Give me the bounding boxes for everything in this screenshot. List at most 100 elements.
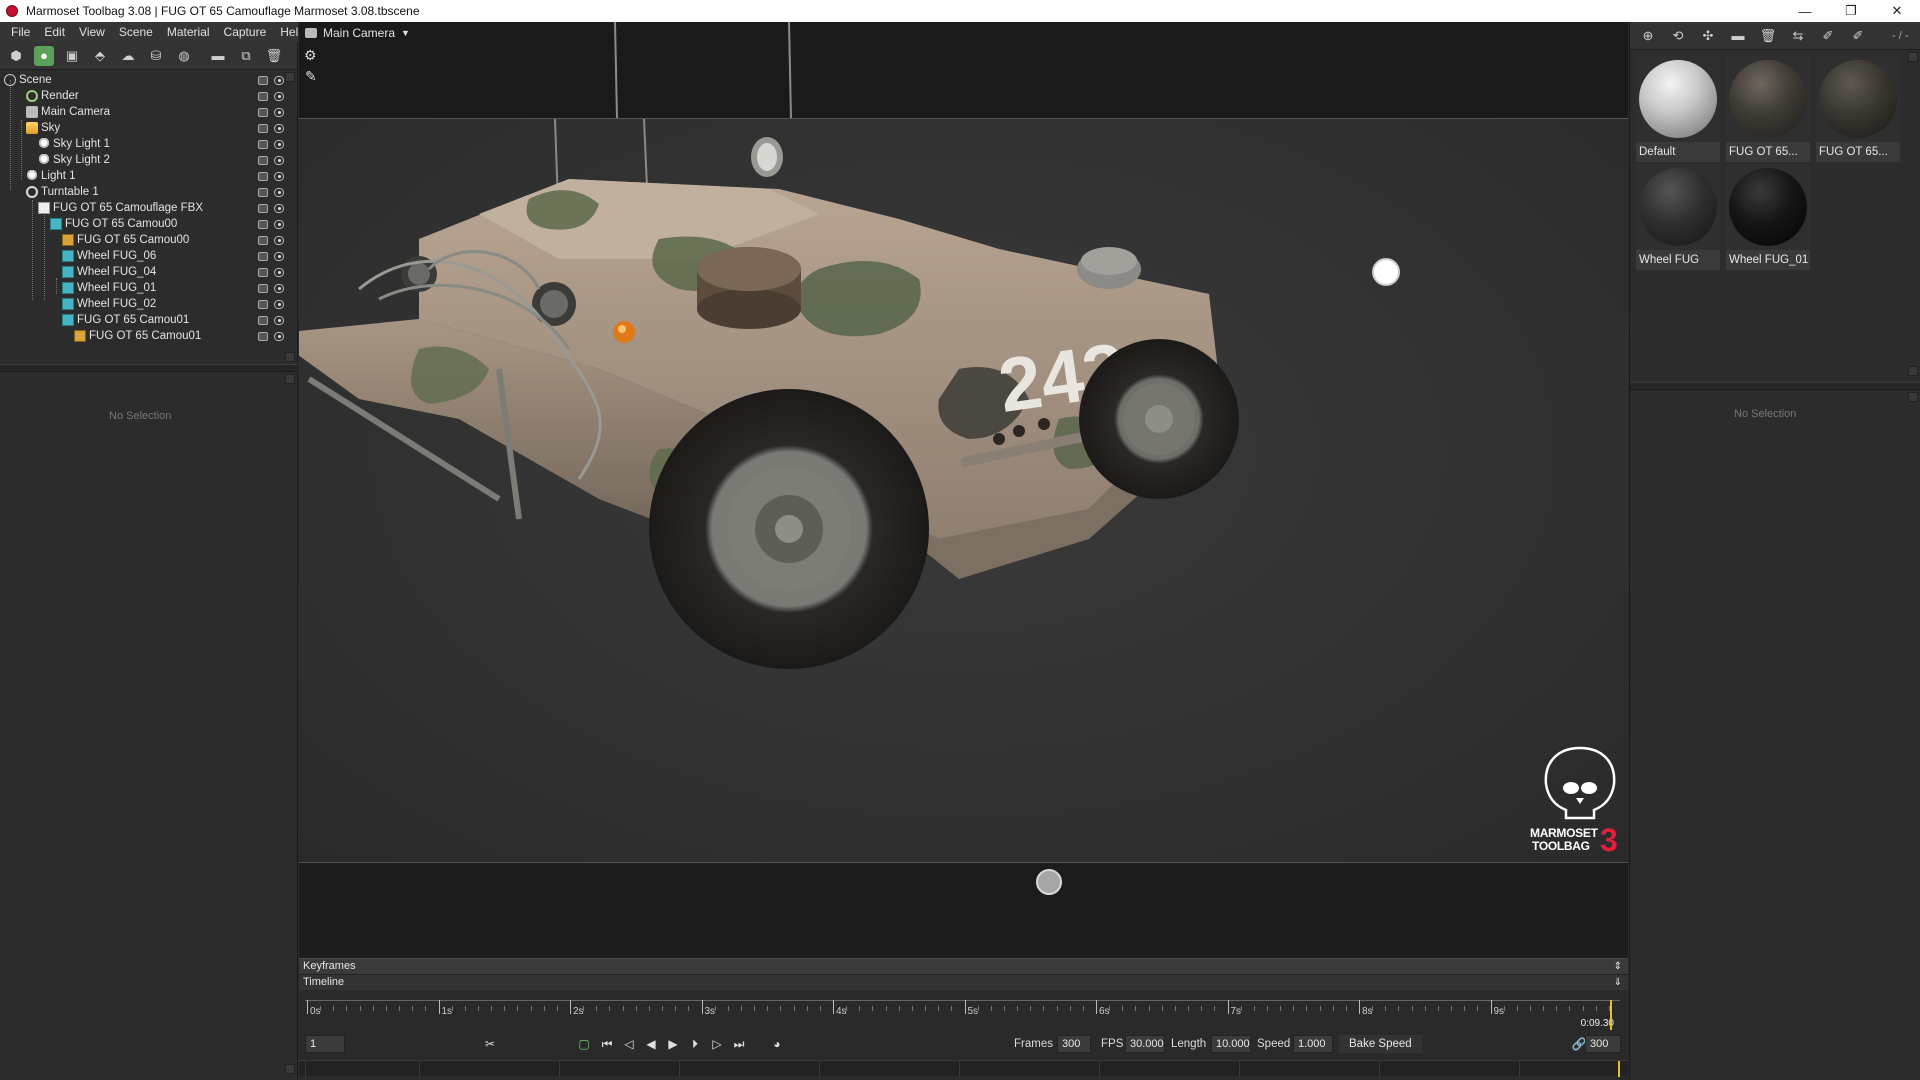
eye-icon[interactable]	[274, 283, 284, 293]
menu-material[interactable]: Material	[160, 25, 217, 39]
eye-icon[interactable]	[274, 171, 284, 181]
material-tile[interactable]: Wheel FUG	[1636, 164, 1720, 270]
tree-item-sky-light-2[interactable]: Sky Light 2	[38, 152, 290, 168]
eye-icon[interactable]	[274, 299, 284, 309]
lock-icon[interactable]	[258, 299, 268, 309]
panel-splitter[interactable]	[0, 364, 298, 372]
lock-icon[interactable]	[258, 219, 268, 229]
lock-icon[interactable]	[258, 123, 268, 133]
collapse-icon[interactable]: ⇓	[1614, 975, 1622, 990]
3d-viewport[interactable]: 243	[299, 118, 1628, 863]
tree-item-sky[interactable]: Sky	[26, 120, 290, 136]
tree-item-fbx-root[interactable]: FUG OT 65 Camouflage FBX	[38, 200, 290, 216]
add-mesh-icon[interactable]: ⬢	[6, 46, 26, 66]
material-pick-icon[interactable]: ✣	[1698, 26, 1718, 46]
lock-icon[interactable]	[258, 251, 268, 261]
menu-scene[interactable]: Scene	[112, 25, 160, 39]
eye-icon[interactable]	[274, 75, 284, 85]
add-sky-icon[interactable]: ◍	[174, 46, 194, 66]
next-key-icon[interactable]: ▷	[709, 1035, 725, 1053]
tree-item-wheel-06[interactable]: Wheel FUG_06	[62, 248, 290, 264]
menu-file[interactable]: File	[4, 25, 37, 39]
eye-icon[interactable]	[274, 107, 284, 117]
lock-icon[interactable]	[258, 235, 268, 245]
eye-icon[interactable]	[274, 235, 284, 245]
tree-item-light-1[interactable]: Light 1	[26, 168, 290, 184]
keyframes-header[interactable]: Keyframes ⇕	[299, 958, 1628, 974]
tree-item-turntable-1[interactable]: Turntable 1	[26, 184, 290, 200]
trash-icon[interactable]: 🗑	[264, 46, 284, 66]
speed-field[interactable]: 1.000	[1293, 1035, 1333, 1053]
tree-item-wheel-01[interactable]: Wheel FUG_01	[62, 280, 290, 296]
timeline-header[interactable]: Timeline ⇓	[299, 974, 1628, 990]
maximize-button[interactable]: ❐	[1828, 0, 1874, 22]
tree-scroll-down[interactable]	[285, 352, 295, 362]
tree-item-main-camera[interactable]: Main Camera	[26, 104, 290, 120]
lock-icon[interactable]	[258, 107, 268, 117]
properties-scroll-down[interactable]	[285, 1064, 295, 1074]
add-turntable-icon[interactable]: ⛁	[146, 46, 166, 66]
menu-edit[interactable]: Edit	[37, 25, 72, 39]
lock-icon[interactable]	[258, 187, 268, 197]
tree-item-scene[interactable]: Scene	[4, 72, 290, 88]
add-light-icon[interactable]: ●	[34, 45, 54, 66]
add-fog-icon[interactable]: ☁	[118, 46, 138, 66]
light-gizmo-1[interactable]	[1372, 258, 1400, 286]
eye-icon[interactable]	[274, 331, 284, 341]
tree-item-wheel-04[interactable]: Wheel FUG_04	[62, 264, 290, 280]
end-frame-field[interactable]: 300	[1585, 1035, 1621, 1053]
tree-item-camou00-group[interactable]: FUG OT 65 Camou00	[50, 216, 290, 232]
minimize-button[interactable]: —	[1782, 0, 1828, 22]
material-tile[interactable]: Wheel FUG_01	[1726, 164, 1810, 270]
play-reverse-icon[interactable]: ◀	[643, 1035, 659, 1053]
properties-scroll-up[interactable]	[1908, 392, 1918, 402]
folder-icon[interactable]: ▬	[1728, 26, 1748, 46]
eye-icon[interactable]	[274, 123, 284, 133]
material-scroll-up[interactable]	[1908, 52, 1918, 62]
lock-icon[interactable]	[258, 267, 268, 277]
folder-icon[interactable]: ▬	[208, 46, 228, 66]
next-frame-icon[interactable]: ⏵	[687, 1035, 703, 1053]
fps-field[interactable]: 30.000	[1125, 1035, 1165, 1053]
add-shadow-catcher-icon[interactable]: ⬘	[90, 46, 110, 66]
sort-icon[interactable]: ✐	[1848, 26, 1868, 46]
length-field[interactable]: 10.000	[1211, 1035, 1251, 1053]
expand-icon[interactable]: ⇕	[1614, 959, 1622, 974]
lock-icon[interactable]	[258, 139, 268, 149]
properties-scroll-up[interactable]	[285, 374, 295, 384]
lock-icon[interactable]	[258, 171, 268, 181]
eye-icon[interactable]	[274, 251, 284, 261]
menu-capture[interactable]: Capture	[217, 25, 274, 39]
material-tile[interactable]: FUG OT 65...	[1726, 56, 1810, 162]
lock-icon[interactable]	[258, 283, 268, 293]
time-ruler[interactable]: 0s 1s 2s 3s 4s 5s 6s 7s 8s 9s 0:09.30	[305, 996, 1620, 1030]
eye-icon[interactable]	[274, 155, 284, 165]
tree-item-camou01-mesh[interactable]: FUG OT 65 Camou01	[74, 328, 290, 344]
menu-view[interactable]: View	[72, 25, 112, 39]
eye-icon[interactable]	[274, 91, 284, 101]
prev-key-icon[interactable]: ◁	[621, 1035, 637, 1053]
loop-icon[interactable]: ▢	[576, 1035, 592, 1053]
eye-icon[interactable]	[274, 203, 284, 213]
material-tile[interactable]: FUG OT 65...	[1816, 56, 1900, 162]
tree-item-sky-light-1[interactable]: Sky Light 1	[38, 136, 290, 152]
material-scroll-down[interactable]	[1908, 366, 1918, 376]
eye-icon[interactable]	[274, 139, 284, 149]
close-button[interactable]: ✕	[1874, 0, 1920, 22]
lock-icon[interactable]	[258, 315, 268, 325]
assign-material-icon[interactable]: ⇆	[1788, 26, 1808, 46]
scissors-icon[interactable]: ✂	[482, 1035, 498, 1053]
eyedropper-icon[interactable]: ✐	[1818, 26, 1838, 46]
duplicate-material-icon[interactable]: ⟲	[1668, 26, 1688, 46]
add-camera-icon[interactable]: ▣	[62, 46, 82, 66]
tree-item-render[interactable]: Render	[26, 88, 290, 104]
panel-splitter[interactable]	[1630, 382, 1920, 390]
eye-icon[interactable]	[274, 219, 284, 229]
lock-icon[interactable]	[258, 155, 268, 165]
eye-icon[interactable]	[274, 315, 284, 325]
bake-speed-button[interactable]: Bake Speed	[1339, 1035, 1422, 1053]
current-frame-field[interactable]: 1	[305, 1035, 345, 1053]
tree-item-wheel-02[interactable]: Wheel FUG_02	[62, 296, 290, 312]
skip-end-icon[interactable]: ⏭	[731, 1035, 747, 1053]
add-material-icon[interactable]: ⊕	[1638, 26, 1658, 46]
